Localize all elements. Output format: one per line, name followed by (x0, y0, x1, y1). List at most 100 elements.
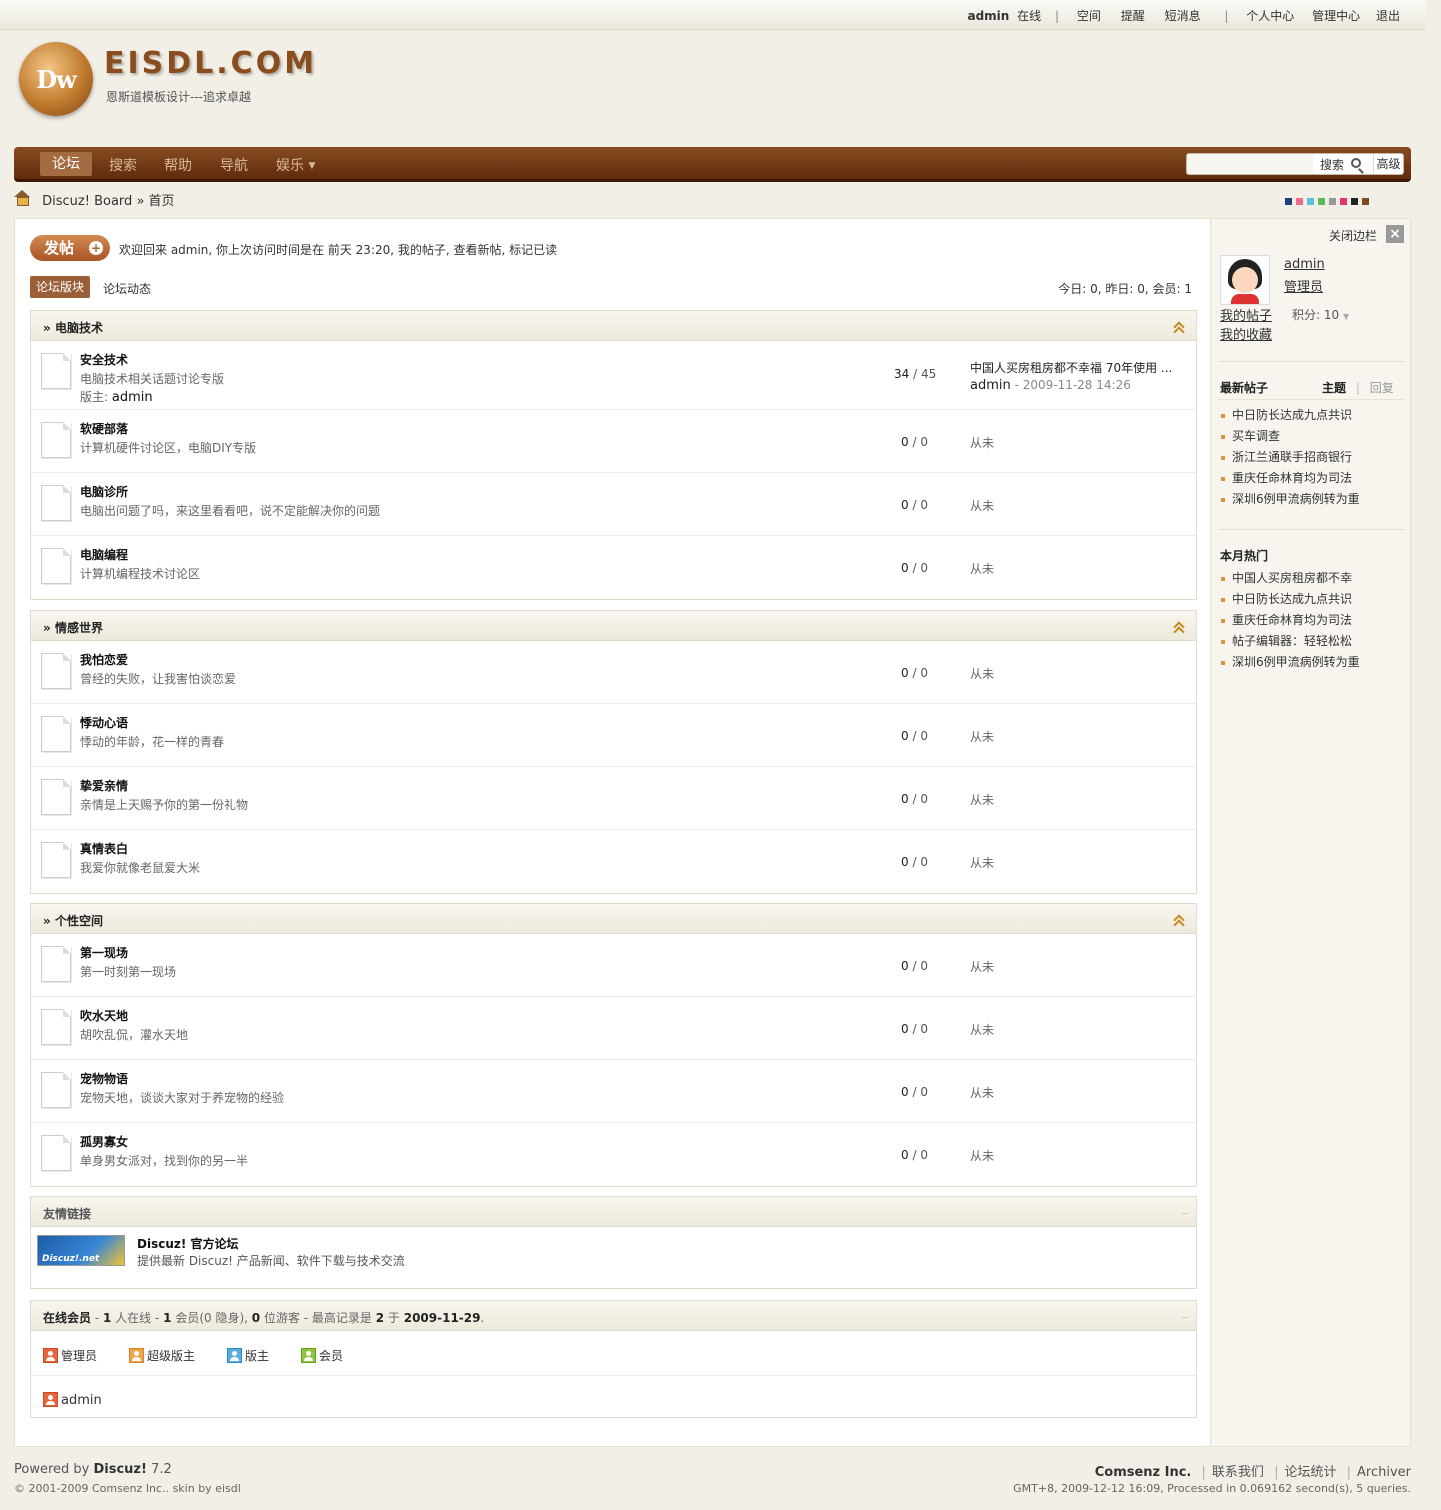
forum-name[interactable]: 电脑编程 (80, 546, 128, 563)
sidebar-role[interactable]: 管理员 (1284, 276, 1323, 295)
collapse-icon[interactable] (1174, 915, 1184, 925)
list-item[interactable]: 中日防长达成九点共识 (1220, 589, 1360, 610)
member-user-icon (301, 1348, 316, 1363)
search-button[interactable]: 搜索 (1320, 156, 1344, 173)
search-icon[interactable] (1351, 158, 1361, 168)
search-input[interactable] (1187, 154, 1313, 174)
forum-desc: 电脑出问题了吗，来这里看看吧，说不定能解决你的问题 (80, 504, 381, 518)
list-item[interactable]: 深圳6例甲流病例转为重 (1220, 652, 1360, 673)
forum-name[interactable]: 我怕恋爱 (80, 651, 128, 668)
forum-name[interactable]: 真情表白 (80, 840, 128, 857)
forum-name[interactable]: 宠物物语 (80, 1070, 128, 1087)
collapse-icon[interactable] (1174, 622, 1184, 632)
new-post-button[interactable]: 发帖 + (30, 235, 110, 261)
tab-forums[interactable]: 论坛版块 (30, 276, 91, 298)
discuz-logo-image[interactable]: Discuz!.net (37, 1235, 125, 1266)
style-swatch[interactable] (1307, 198, 1314, 205)
online-title[interactable]: 在线会员 (43, 1311, 91, 1325)
forum-desc: 胡吹乱侃，灌水天地 (80, 1028, 189, 1042)
points-dropdown[interactable]: 积分: 10 ▼ (1292, 306, 1349, 323)
footer-contact-link[interactable]: 联系我们 (1212, 1465, 1264, 1480)
my-favorites-link[interactable]: 我的收藏 (1220, 324, 1272, 343)
tab-replies[interactable]: 回复 (1370, 381, 1394, 395)
my-posts-link[interactable]: 我的帖子 (1220, 305, 1272, 324)
footer-company-link[interactable]: Comsenz Inc. (1095, 1465, 1192, 1480)
tab-threads[interactable]: 主题 (1322, 381, 1346, 395)
welcome-text: 欢迎回来 admin, 你上次访问时间是在 前天 23:20, 我的帖子, 查看… (119, 243, 558, 257)
tab-dynamics[interactable]: 论坛动态 (103, 280, 151, 297)
breadcrumb-board[interactable]: Discuz! Board (42, 194, 132, 209)
nav-item-forum[interactable]: 论坛 (40, 152, 92, 176)
forum-name[interactable]: 软硬部落 (80, 420, 128, 437)
record-date: 2009-11-29 (403, 1311, 481, 1325)
forum-stats: 今日: 0, 昨日: 0, 会员: 1 (1058, 282, 1192, 296)
friend-links-title: 友情链接 (43, 1207, 92, 1221)
top-link-admincp[interactable]: 管理中心 (1312, 9, 1360, 23)
forum-name[interactable]: 悸动心语 (80, 714, 128, 731)
style-swatch[interactable] (1340, 198, 1347, 205)
nav-item-help[interactable]: 帮助 (164, 155, 192, 175)
top-link-space[interactable]: 空间 (1077, 9, 1101, 23)
category-title-text: 电脑技术 (54, 321, 103, 335)
minimize-icon[interactable] (1182, 1213, 1188, 1214)
style-swatch[interactable] (1318, 198, 1325, 205)
advanced-search-button[interactable]: 高级 (1373, 154, 1403, 174)
top-link-notice[interactable]: 提醒 (1121, 9, 1145, 23)
guest-count: 0 (251, 1311, 261, 1325)
nav-item-entertainment[interactable]: 娱乐 ▼ (276, 155, 315, 175)
style-swatch[interactable] (1362, 198, 1369, 205)
close-icon[interactable]: × (1386, 225, 1404, 243)
list-item[interactable]: 重庆任命林育均为司法 (1220, 468, 1360, 489)
sidebar-username[interactable]: admin (1284, 257, 1325, 272)
forum-name[interactable]: 挚爱亲情 (80, 777, 128, 794)
top-link-usercp[interactable]: 个人中心 (1246, 9, 1294, 23)
forum-name[interactable]: 安全技术 (80, 351, 128, 368)
legend-member: 会员 (301, 1347, 343, 1364)
list-item[interactable]: 深圳6例甲流病例转为重 (1220, 489, 1360, 510)
avatar[interactable] (1220, 255, 1270, 305)
breadcrumb-current: 首页 (148, 194, 175, 209)
friend-link-name[interactable]: Discuz! 官方论坛 (137, 1235, 239, 1252)
list-item[interactable]: 中国人买房租房都不幸 (1220, 568, 1360, 589)
top-link-pm[interactable]: 短消息 (1165, 9, 1201, 23)
forum-name[interactable]: 第一现场 (80, 944, 128, 961)
style-swatch[interactable] (1285, 198, 1292, 205)
moderator-name[interactable]: admin (112, 390, 153, 405)
list-item[interactable]: 中日防长达成九点共识 (1220, 405, 1360, 426)
online-user[interactable]: admin (43, 1392, 102, 1408)
list-item[interactable]: 帖子编辑器：轻轻松松 (1220, 631, 1360, 652)
logo-text[interactable]: EISDL.COM (104, 46, 317, 81)
logo-icon[interactable]: Dw (19, 42, 93, 116)
footer-archiver-link[interactable]: Archiver (1357, 1465, 1411, 1480)
collapse-icon[interactable] (1174, 322, 1184, 332)
forum-name[interactable]: 孤男寡女 (80, 1133, 128, 1150)
forum-icon (41, 946, 71, 982)
thread-count: 34 (894, 367, 910, 381)
last-post: 从未 (970, 960, 995, 974)
close-sidebar-link[interactable]: 关闭边栏 (1329, 227, 1377, 244)
footer-separator: | (1274, 1465, 1279, 1480)
nav-item-navigation[interactable]: 导航 (220, 155, 248, 175)
style-swatch[interactable] (1351, 198, 1358, 205)
category-header: » 情感世界 (31, 611, 1196, 641)
minimize-icon[interactable] (1182, 1317, 1188, 1318)
forum-name[interactable]: 吹水天地 (80, 1007, 128, 1024)
footer-stats-link[interactable]: 论坛统计 (1284, 1465, 1336, 1480)
top-link-logout[interactable]: 退出 (1376, 9, 1400, 23)
list-item[interactable]: 重庆任命林育均为司法 (1220, 610, 1360, 631)
style-swatch[interactable] (1329, 198, 1336, 205)
last-post-title[interactable]: 中国人买房租房都不幸福 70年使用 ... (970, 359, 1172, 376)
forum-counts: 0 / 0 (901, 729, 928, 743)
nav-item-search[interactable]: 搜索 (109, 155, 137, 175)
category-title[interactable]: » 情感世界 (43, 619, 103, 636)
category-title[interactable]: » 个性空间 (43, 912, 103, 929)
footer-product-link[interactable]: Discuz! (93, 1462, 146, 1477)
last-post-user[interactable]: admin (970, 378, 1011, 393)
top-username[interactable]: admin (967, 9, 1009, 23)
style-swatch[interactable] (1296, 198, 1303, 205)
list-item[interactable]: 买车调查 (1220, 426, 1360, 447)
list-item[interactable]: 浙江兰通联手招商银行 (1220, 447, 1360, 468)
forum-name[interactable]: 电脑诊所 (80, 483, 128, 500)
category-title[interactable]: » 电脑技术 (43, 319, 103, 336)
home-icon[interactable] (14, 190, 30, 206)
